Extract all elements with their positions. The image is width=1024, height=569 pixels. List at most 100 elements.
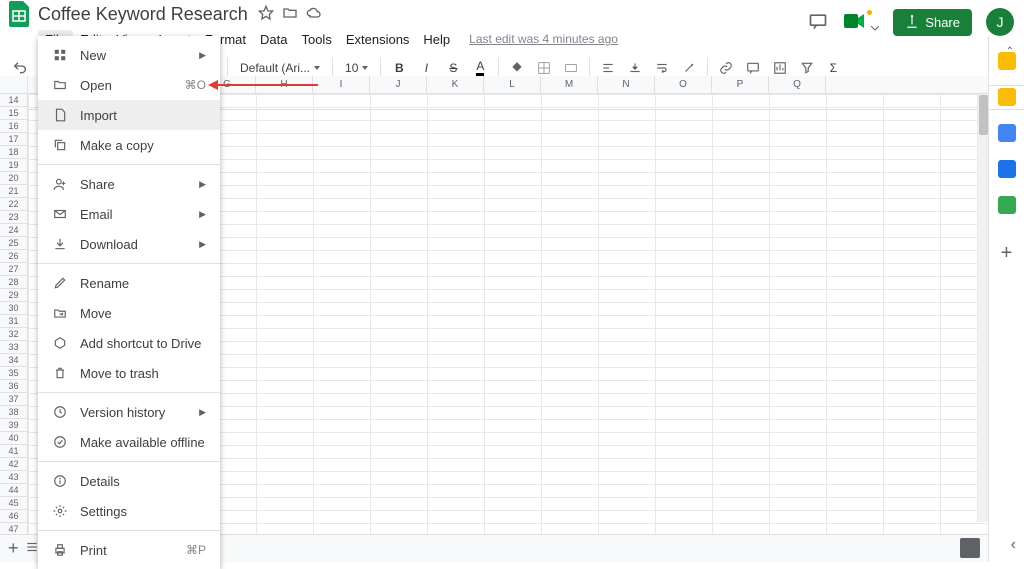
row-header-33[interactable]: 33	[0, 341, 27, 354]
menu-item-make_copy[interactable]: Make a copy	[38, 130, 220, 160]
maps-icon[interactable]	[998, 196, 1016, 214]
menu-item-settings[interactable]: Settings	[38, 496, 220, 526]
row-header-47[interactable]: 47	[0, 523, 27, 534]
menu-item-rename[interactable]: Rename	[38, 268, 220, 298]
row-header-18[interactable]: 18	[0, 146, 27, 159]
tasks-icon[interactable]	[998, 124, 1016, 142]
menu-item-import[interactable]: Import	[38, 100, 220, 130]
col-header-Q[interactable]: Q	[769, 76, 826, 93]
row-header-39[interactable]: 39	[0, 419, 27, 432]
row-header-37[interactable]: 37	[0, 393, 27, 406]
row-header-36[interactable]: 36	[0, 380, 27, 393]
row-header-16[interactable]: 16	[0, 120, 27, 133]
row-header-27[interactable]: 27	[0, 263, 27, 276]
menu-item-version[interactable]: Version history▶	[38, 397, 220, 427]
menu-extensions[interactable]: Extensions	[339, 30, 417, 49]
select-all-corner[interactable]	[0, 76, 28, 94]
caret-down-icon	[314, 66, 320, 70]
sheets-logo-icon[interactable]	[6, 1, 32, 27]
share-button[interactable]: Share	[893, 9, 972, 36]
row-header-15[interactable]: 15	[0, 107, 27, 120]
doc-title[interactable]: Coffee Keyword Research	[32, 4, 254, 25]
submenu-arrow-icon: ▶	[199, 50, 206, 61]
row-header-31[interactable]: 31	[0, 315, 27, 328]
menu-data[interactable]: Data	[253, 30, 294, 49]
col-header-L[interactable]: L	[484, 76, 541, 93]
menu-tools[interactable]: Tools	[294, 30, 338, 49]
doc-icon	[52, 107, 68, 123]
pencil-icon	[52, 275, 68, 291]
menu-item-label: Make available offline	[80, 435, 205, 450]
move-to-folder-icon[interactable]	[282, 5, 298, 24]
menu-item-new[interactable]: New▶	[38, 40, 220, 70]
menu-item-label: Download	[80, 237, 138, 252]
row-header-46[interactable]: 46	[0, 510, 27, 523]
caret-down-icon	[362, 66, 368, 70]
meet-icon[interactable]	[842, 11, 880, 34]
menu-item-download[interactable]: Download▶	[38, 229, 220, 259]
menu-item-offline[interactable]: Make available offline	[38, 427, 220, 457]
last-edit-info[interactable]: Last edit was 4 minutes ago	[469, 32, 618, 46]
row-header-30[interactable]: 30	[0, 302, 27, 315]
row-header-29[interactable]: 29	[0, 289, 27, 302]
add-sheet-button[interactable]: +	[8, 538, 19, 559]
col-header-P[interactable]: P	[712, 76, 769, 93]
col-header-I[interactable]: I	[313, 76, 370, 93]
menu-item-share[interactable]: Share▶	[38, 169, 220, 199]
row-header-40[interactable]: 40	[0, 432, 27, 445]
row-header-38[interactable]: 38	[0, 406, 27, 419]
row-header-43[interactable]: 43	[0, 471, 27, 484]
row-header-32[interactable]: 32	[0, 328, 27, 341]
row-header-44[interactable]: 44	[0, 484, 27, 497]
keep-icon[interactable]	[998, 88, 1016, 106]
row-header-28[interactable]: 28	[0, 276, 27, 289]
menu-item-trash[interactable]: Move to trash	[38, 358, 220, 388]
menu-item-label: Settings	[80, 504, 127, 519]
row-header-42[interactable]: 42	[0, 458, 27, 471]
menu-divider	[38, 530, 220, 531]
row-header-25[interactable]: 25	[0, 237, 27, 250]
row-header-17[interactable]: 17	[0, 133, 27, 146]
row-header-24[interactable]: 24	[0, 224, 27, 237]
vertical-scrollbar[interactable]	[977, 94, 988, 522]
row-header-21[interactable]: 21	[0, 185, 27, 198]
star-icon[interactable]	[258, 5, 274, 24]
account-avatar[interactable]: J	[986, 8, 1014, 36]
row-header-14[interactable]: 14	[0, 94, 27, 107]
row-header-41[interactable]: 41	[0, 445, 27, 458]
side-panel: +	[988, 36, 1024, 562]
row-header-34[interactable]: 34	[0, 354, 27, 367]
submenu-arrow-icon: ▶	[199, 179, 206, 190]
col-header-J[interactable]: J	[370, 76, 427, 93]
menu-help[interactable]: Help	[416, 30, 457, 49]
contacts-icon[interactable]	[998, 160, 1016, 178]
side-panel-expand-icon[interactable]: ‹	[1011, 536, 1016, 554]
gear-icon	[52, 503, 68, 519]
row-header-19[interactable]: 19	[0, 159, 27, 172]
cloud-status-icon[interactable]	[306, 5, 322, 24]
menu-item-add_shortcut[interactable]: Add shortcut to Drive	[38, 328, 220, 358]
col-header-N[interactable]: N	[598, 76, 655, 93]
move-icon	[52, 305, 68, 321]
col-header-M[interactable]: M	[541, 76, 598, 93]
comment-history-icon[interactable]	[808, 11, 828, 34]
all-sheets-button[interactable]	[25, 540, 39, 557]
menu-item-print[interactable]: Print⌘P	[38, 535, 220, 565]
menu-item-details[interactable]: Details	[38, 466, 220, 496]
row-header-26[interactable]: 26	[0, 250, 27, 263]
row-header-20[interactable]: 20	[0, 172, 27, 185]
row-header-35[interactable]: 35	[0, 367, 27, 380]
menu-item-move[interactable]: Move	[38, 298, 220, 328]
menu-item-email[interactable]: Email▶	[38, 199, 220, 229]
history-icon	[52, 404, 68, 420]
get-addons-button[interactable]: +	[1001, 242, 1013, 265]
explore-button[interactable]	[960, 538, 980, 558]
row-header-22[interactable]: 22	[0, 198, 27, 211]
download-icon	[52, 236, 68, 252]
row-header-23[interactable]: 23	[0, 211, 27, 224]
row-header-45[interactable]: 45	[0, 497, 27, 510]
menu-item-open[interactable]: Open⌘O	[38, 70, 220, 100]
col-header-K[interactable]: K	[427, 76, 484, 93]
calendar-icon[interactable]	[998, 52, 1016, 70]
col-header-O[interactable]: O	[655, 76, 712, 93]
